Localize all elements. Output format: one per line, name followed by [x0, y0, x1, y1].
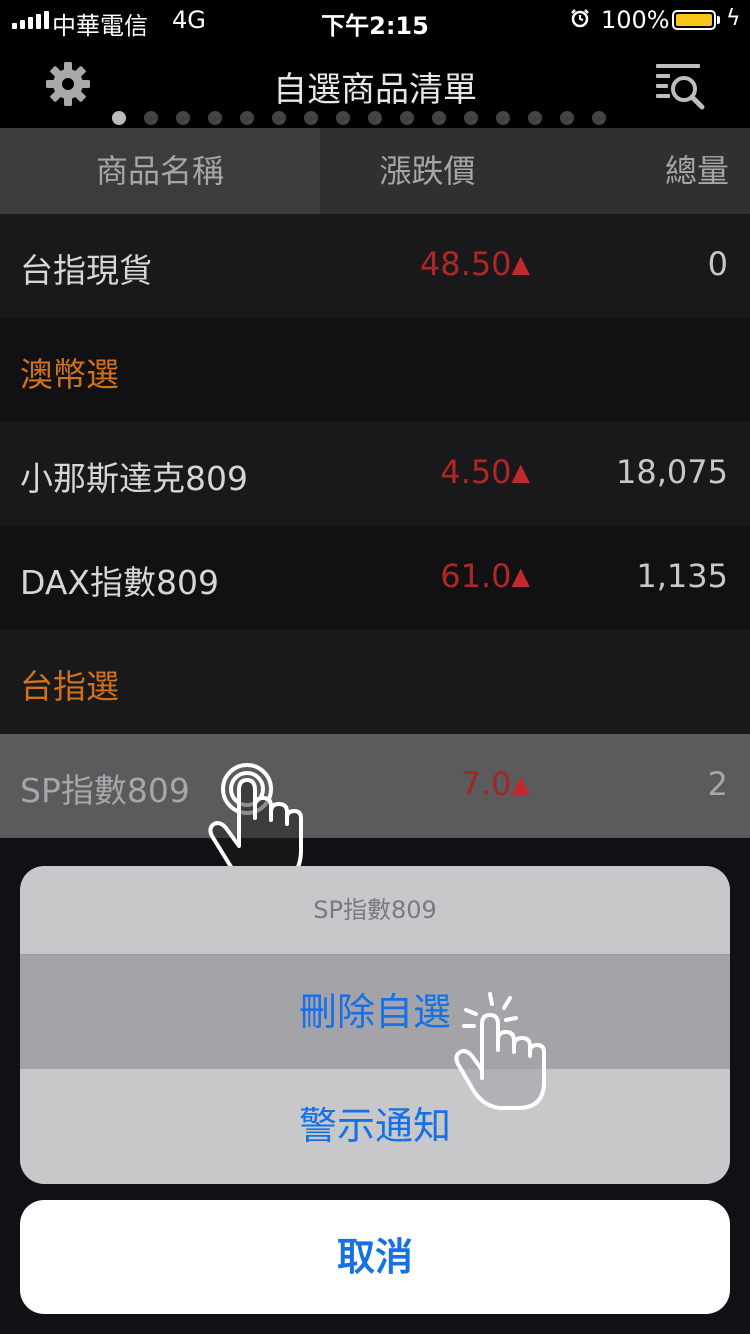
page-dot[interactable]	[240, 111, 254, 125]
item-volume: 1,135	[636, 557, 728, 595]
page-dot-active[interactable]	[112, 111, 126, 125]
nav-bar: 自選商品清單	[0, 40, 750, 128]
page-dot[interactable]	[432, 111, 446, 125]
item-change: 48.50▲	[419, 245, 530, 283]
column-name-header[interactable]: 商品名稱	[0, 128, 320, 214]
item-name: DAX指數809	[20, 563, 219, 602]
list-item-dax[interactable]: DAX指數809 61.0▲ 1,135	[0, 526, 750, 630]
item-change: 7.0▲	[460, 765, 530, 803]
page-dot[interactable]	[528, 111, 542, 125]
list-search-icon[interactable]	[654, 60, 708, 110]
list-item-taiex-spot[interactable]: 台指現貨 48.50▲ 0	[0, 214, 750, 318]
alarm-icon	[571, 9, 589, 28]
up-triangle-icon: ▲	[511, 458, 530, 486]
page-dot[interactable]	[400, 111, 414, 125]
page-dot[interactable]	[272, 111, 286, 125]
list-item-mini-nasdaq[interactable]: 小那斯達克809 4.50▲ 18,075	[0, 422, 750, 526]
column-change-header[interactable]: 漲跌價	[320, 128, 535, 214]
page-dot[interactable]	[304, 111, 318, 125]
list-item-sp-selected[interactable]: SP指數809 7.0▲ 2	[0, 734, 750, 838]
page-indicator[interactable]	[112, 111, 606, 125]
item-change: 4.50▲	[440, 453, 530, 491]
up-triangle-icon: ▲	[511, 562, 530, 590]
battery-percent: 100%	[601, 6, 670, 34]
cancel-button[interactable]: 取消	[20, 1200, 730, 1314]
up-triangle-icon: ▲	[511, 770, 530, 798]
alert-notification-button[interactable]: 警示通知	[20, 1069, 730, 1184]
page-title: 自選商品清單	[273, 70, 477, 110]
group-name: 澳幣選	[20, 355, 119, 394]
battery-nub	[717, 16, 720, 24]
page-dot[interactable]	[496, 111, 510, 125]
item-volume: 2	[707, 765, 728, 803]
delete-favorite-button[interactable]: 刪除自選	[20, 955, 730, 1069]
page-dot[interactable]	[208, 111, 222, 125]
item-name: 小那斯達克809	[20, 459, 248, 498]
charging-bolt-icon: ϟ	[726, 6, 741, 31]
item-name: 台指現貨	[20, 251, 152, 290]
group-name: 台指選	[20, 667, 119, 706]
item-change: 61.0▲	[440, 557, 530, 595]
page-dot[interactable]	[560, 111, 574, 125]
page-dot[interactable]	[592, 111, 606, 125]
battery-icon	[672, 10, 716, 30]
up-triangle-icon: ▲	[511, 250, 530, 278]
page-dot[interactable]	[368, 111, 382, 125]
column-header: 商品名稱 漲跌價 總量	[0, 128, 750, 214]
page-dot[interactable]	[176, 111, 190, 125]
action-sheet: SP指數809 刪除自選 警示通知	[20, 866, 730, 1184]
page-dot[interactable]	[144, 111, 158, 125]
page-dot[interactable]	[464, 111, 478, 125]
group-header-aud[interactable]: 澳幣選	[0, 318, 750, 422]
column-volume-header[interactable]: 總量	[535, 128, 729, 214]
tap-hand-icon	[454, 992, 546, 1110]
status-bar: 中華電信 4G 下午2:15 100% ϟ	[0, 0, 750, 40]
item-name: SP指數809	[20, 771, 190, 810]
group-header-taiex[interactable]: 台指選	[0, 630, 750, 734]
page-dot[interactable]	[336, 111, 350, 125]
item-volume: 18,075	[616, 453, 728, 491]
action-sheet-title: SP指數809	[313, 896, 437, 924]
item-volume: 0	[707, 245, 728, 283]
